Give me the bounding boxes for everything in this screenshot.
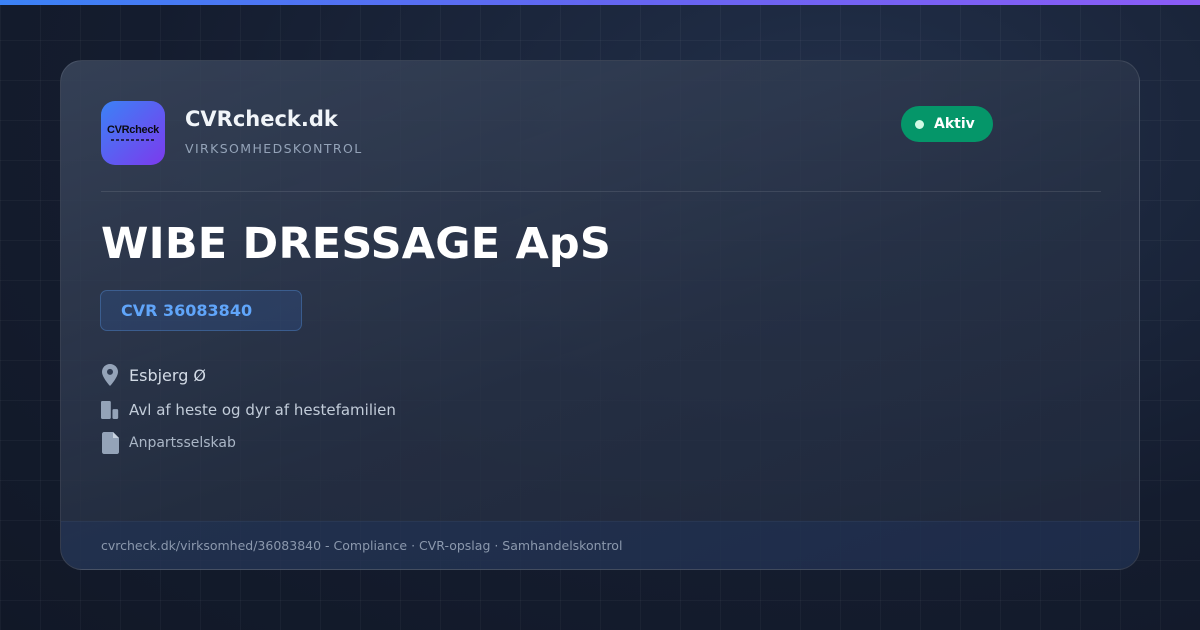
brand-name: CVRcheck.dk xyxy=(185,107,338,131)
company-card: CVRcheck CVRcheck.dk VIRKSOMHEDSKONTROL … xyxy=(60,60,1140,570)
company-name: WIBE DRESSAGE ApS xyxy=(101,219,612,269)
header-divider xyxy=(101,191,1101,192)
document-icon xyxy=(101,431,119,455)
top-accent-bar xyxy=(0,0,1200,5)
card-footer: cvrcheck.dk/virksomhed/36083840 - Compli… xyxy=(61,521,1139,569)
status-dot-icon xyxy=(915,119,924,129)
brand-logo: CVRcheck xyxy=(101,101,165,165)
location-row: Esbjerg Ø xyxy=(101,363,206,387)
location-text: Esbjerg Ø xyxy=(129,365,207,385)
company-type-row: Anpartsselskab xyxy=(101,431,236,455)
footer-text: cvrcheck.dk/virksomhed/36083840 - Compli… xyxy=(101,538,623,553)
map-pin-icon xyxy=(101,363,119,387)
cvr-badge: CVR 36083840 xyxy=(100,290,302,331)
status-label: Aktiv xyxy=(934,116,975,132)
status-badge: Aktiv xyxy=(901,106,993,142)
industry-text: Avl af heste og dyr af hestefamilien xyxy=(129,401,396,419)
building-icon xyxy=(101,398,119,422)
logo-text: CVRcheck xyxy=(106,124,159,136)
cvr-number: CVR 36083840 xyxy=(121,301,253,320)
brand-tagline: VIRKSOMHEDSKONTROL xyxy=(185,141,363,156)
industry-row: Avl af heste og dyr af hestefamilien xyxy=(101,398,396,422)
company-type-text: Anpartsselskab xyxy=(129,435,236,451)
